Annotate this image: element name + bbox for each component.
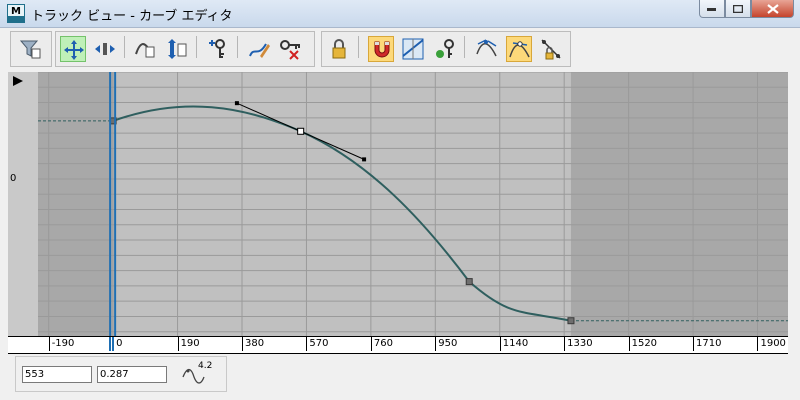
ruler-tick-label: 760: [370, 337, 393, 351]
snap-frames-button[interactable]: [368, 36, 394, 62]
ruler-tick-label: 950: [435, 337, 457, 351]
snap-frames-icon: [374, 41, 390, 58]
ruler-tick-label: 1520: [628, 337, 657, 351]
show-keyable-button[interactable]: [432, 36, 458, 62]
filter-button[interactable]: [17, 36, 43, 62]
scale-values-button[interactable]: [164, 36, 190, 62]
add-keys-button[interactable]: [205, 36, 231, 62]
parameter-curve-icon: [402, 38, 424, 60]
value-field[interactable]: 0.287: [97, 366, 167, 383]
ruler-tick-label: 1710: [693, 337, 721, 351]
selected-key: [297, 127, 305, 135]
lock-tangents-icon: [541, 39, 561, 60]
ruler-tick-label: 1330: [564, 337, 593, 351]
slide-keys-icon: [95, 43, 115, 55]
time-ruler[interactable]: -190 0 190 380 570 760 950 1140 1330 1520 1710 1900: [8, 336, 788, 354]
lock-selection-button[interactable]: [326, 36, 352, 62]
draw-curves-button[interactable]: [246, 36, 272, 62]
toolbar-separator: [464, 36, 465, 58]
move-keys-button[interactable]: [60, 36, 86, 62]
value-axis-zero-label: 0: [10, 173, 17, 184]
show-tangents-icon: [509, 41, 530, 58]
ruler-tick-label: 1140: [499, 337, 528, 351]
key-point: [567, 317, 575, 325]
active-range-bg: [113, 72, 571, 336]
scale-keys-icon: [135, 43, 155, 58]
ruler-tick-label: 570: [306, 337, 329, 351]
filter-icon: [19, 40, 41, 59]
ruler-tick-label: 1900: [757, 337, 786, 351]
close-icon: [766, 3, 779, 14]
reduce-keys-icon: [280, 40, 300, 60]
reduce-keys-button[interactable]: [278, 36, 304, 62]
maximize-button[interactable]: [725, 0, 751, 18]
title-bar: M トラック ビュー - カーブ エディタ: [0, 0, 800, 28]
ruler-tick-label: -190: [48, 337, 74, 351]
scale-values-icon: [168, 39, 187, 59]
lock-tangents-button[interactable]: [538, 36, 564, 62]
window-title: トラック ビュー - カーブ エディタ: [31, 9, 233, 24]
move-keys-icon: [64, 40, 84, 60]
toolbar: [0, 28, 800, 70]
key-point: [465, 278, 473, 286]
add-keys-icon: [209, 39, 225, 58]
app-icon: M: [7, 4, 25, 23]
minimize-icon: [707, 7, 716, 11]
show-all-tangents-button[interactable]: [474, 36, 500, 62]
scale-keys-button[interactable]: [132, 36, 158, 62]
toolbar-separator: [196, 36, 197, 58]
ruler-time-slider[interactable]: [109, 337, 115, 351]
close-button[interactable]: [751, 0, 794, 18]
frame-field[interactable]: 553: [22, 366, 92, 383]
show-all-tangents-icon: [476, 39, 497, 57]
status-bar: 553 0.287 4.2: [8, 354, 792, 394]
tangent-handle-in: [234, 101, 239, 106]
draw-curves-icon: [249, 43, 270, 58]
svg-text:M: M: [11, 6, 21, 17]
toolbar-separator: [124, 36, 125, 58]
minimize-button[interactable]: [699, 0, 725, 18]
graph-left-gutter: [8, 72, 38, 336]
ruler-tick-label: 0: [113, 337, 123, 351]
lock-selection-icon: [332, 39, 346, 59]
show-tangents-button[interactable]: [506, 36, 532, 62]
toolbar-separator: [237, 36, 238, 58]
ruler-tick-label: 190: [177, 337, 200, 351]
curve-zoom-label: 4.2: [198, 361, 213, 371]
show-keyable-icon: [436, 39, 454, 58]
parameter-curve-button[interactable]: [400, 36, 426, 62]
toolbar-separator: [358, 36, 359, 58]
slide-keys-button[interactable]: [92, 36, 118, 62]
key-status-panel: 553 0.287 4.2: [15, 356, 227, 392]
tangent-handle-out: [362, 157, 367, 162]
ruler-tick-label: 380: [242, 337, 264, 351]
maximize-icon: [733, 4, 743, 13]
curve-graph[interactable]: [8, 72, 788, 336]
